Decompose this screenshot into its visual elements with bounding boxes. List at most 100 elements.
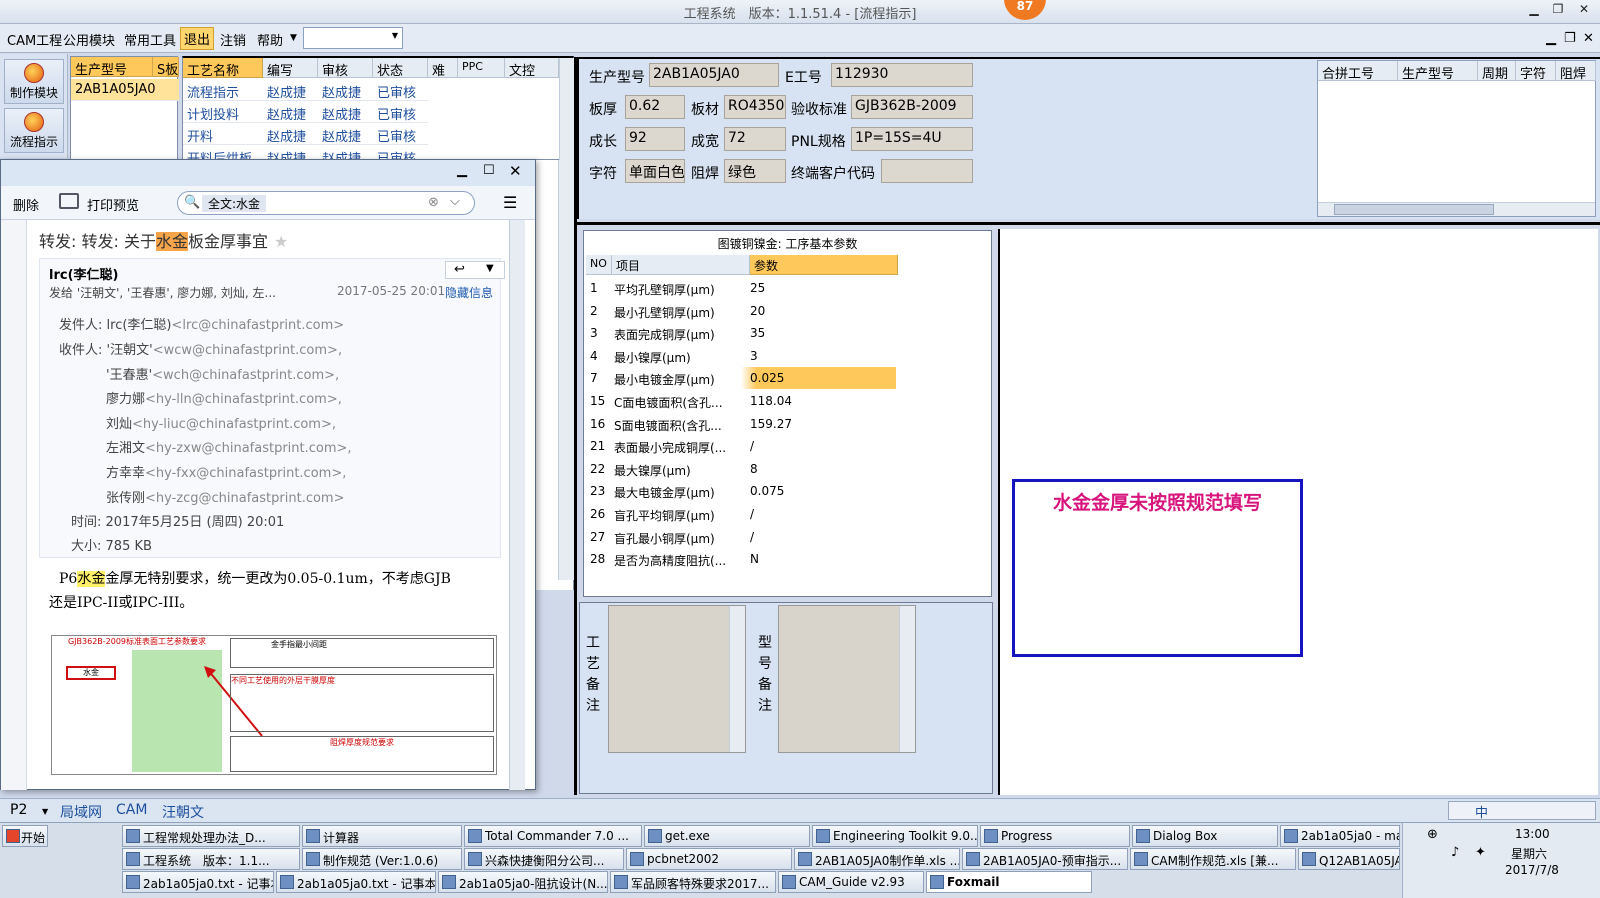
col-merge-mask[interactable]: 阻焊 — [1556, 61, 1596, 81]
col-merge-model[interactable]: 生产型号 — [1398, 61, 1478, 81]
restore-icon[interactable]: ❐ — [1548, 2, 1568, 20]
param-row[interactable]: 15 C面电镀面积(含孔... 118.04 — [586, 390, 896, 412]
taskbar-button[interactable]: 2AB1A05JA0-预审指示... — [962, 848, 1128, 870]
taskbar-button[interactable]: 2ab1a05ja0-阻抗设计(N... — [438, 871, 608, 893]
clock-time[interactable]: 13:00 — [1515, 827, 1550, 841]
col-author[interactable]: 编写 — [263, 58, 318, 78]
recipient-name[interactable]: 方幸幸 — [106, 466, 145, 481]
menu-cam[interactable]: CAM工程 — [7, 30, 62, 49]
taskbar-button[interactable]: CAM制作规范.xls [兼... — [1130, 848, 1296, 870]
taskbar-button[interactable]: 2ab1a05ja0.txt - 记事本 — [122, 871, 274, 893]
menu-help[interactable]: 帮助 — [257, 30, 283, 49]
col-reviewer[interactable]: 审核 — [318, 58, 373, 78]
clock-date[interactable]: 2017/7/8 — [1505, 863, 1559, 877]
taskbar-button[interactable]: 兴森快捷衡阳分公司... — [464, 848, 624, 870]
tray-app-icon[interactable]: ✦ — [1475, 845, 1486, 860]
list-menu-icon[interactable]: ☰ — [503, 193, 517, 212]
taskbar-button[interactable]: 计算器 — [302, 825, 462, 847]
recipient-name[interactable]: 左湘文 — [106, 441, 145, 456]
menu-exit[interactable]: 退出 — [180, 27, 215, 50]
recipient-name[interactable]: 廖力娜 — [106, 392, 145, 407]
merge-grid-hscroll[interactable] — [1318, 202, 1595, 216]
process-row-name[interactable]: 开料 — [183, 123, 263, 145]
param-row[interactable]: 22 最大镍厚(μm) 8 — [586, 458, 896, 480]
taskbar-button[interactable]: pcbnet2002 — [626, 848, 792, 870]
col-merge-char[interactable]: 字符 — [1516, 61, 1556, 81]
toolbar-combo[interactable]: ▼ — [303, 27, 403, 49]
col-merge-eno[interactable]: 合拼工号 — [1318, 61, 1398, 81]
thickness-field[interactable]: 0.62 — [625, 95, 685, 119]
process-note-scroll[interactable] — [729, 606, 745, 752]
hide-info-link[interactable]: 隐藏信息 — [445, 284, 493, 301]
mail-search-box[interactable]: 🔍 全文:水金 ⊗ ⌵ — [177, 191, 475, 215]
taskbar-button[interactable]: Total Commander 7.0 ... — [464, 825, 642, 847]
taskbar-button[interactable]: 工程常规处理办法_D... — [122, 825, 300, 847]
model-note-box[interactable] — [778, 605, 916, 753]
col-merge-period[interactable]: 周期 — [1478, 61, 1516, 81]
reply-split-button[interactable]: ↩ ▼ — [445, 261, 505, 279]
star-icon[interactable]: ★ — [274, 232, 288, 251]
char-field[interactable]: 单面白色 — [625, 159, 685, 183]
length-field[interactable]: 92 — [625, 127, 685, 151]
material-field[interactable]: RO4350B — [724, 95, 786, 119]
process-grid-scrollbar[interactable] — [559, 58, 575, 162]
mdi-restore-icon[interactable]: ❐ — [1564, 31, 1576, 46]
col-item[interactable]: 项目 — [612, 255, 750, 275]
param-row[interactable]: 21 表面最小完成铜厚(... / — [586, 435, 896, 457]
search-options-icon[interactable]: ⌵ — [450, 194, 460, 209]
param-row[interactable]: 7 最小电镀金厚(μm) 0.025 — [586, 367, 896, 390]
process-note-box[interactable] — [608, 605, 746, 753]
menu-tools[interactable]: 常用工具 — [124, 30, 176, 49]
param-row[interactable]: 3 表面完成铜厚(μm) 35 — [586, 322, 896, 344]
recipient-name[interactable]: 刘灿 — [106, 417, 132, 432]
recipient-name[interactable]: '汪朝文' — [107, 343, 153, 358]
recipient-name[interactable]: 张传刚 — [106, 491, 145, 506]
param-row[interactable]: 16 S面电镀面积(含孔... 159.27 — [586, 413, 896, 435]
taskbar-button[interactable]: Dialog Box — [1132, 825, 1278, 847]
prod-model-field[interactable]: 2AB1A05JA0 — [649, 63, 779, 87]
flow-module-button[interactable]: 流程指示 — [4, 108, 64, 153]
merge-grid-hscroll-thumb[interactable] — [1334, 204, 1494, 215]
mail-minimize-icon[interactable]: ▁ — [457, 163, 467, 178]
search-token[interactable]: 全文:水金 — [202, 195, 267, 212]
col-difficulty[interactable]: 难 — [428, 58, 458, 78]
mask-field[interactable]: 绿色 — [724, 159, 786, 183]
param-row[interactable]: 27 盲孔最小铜厚(μm) / — [586, 526, 896, 548]
reply-dropdown-icon[interactable]: ▼ — [486, 263, 494, 274]
status-dropdown-icon[interactable]: ▼ — [42, 807, 48, 816]
taskbar-button[interactable]: Progress — [980, 825, 1130, 847]
process-row-name[interactable]: 流程指示 — [183, 79, 263, 101]
dropdown-arrow-icon[interactable]: ▼ — [392, 31, 398, 40]
width-field[interactable]: 72 — [724, 127, 786, 151]
mdi-close-icon[interactable]: ✕ — [1583, 31, 1594, 46]
param-row[interactable]: 23 最大电镀金厚(μm) 0.075 — [586, 480, 896, 502]
menu-public[interactable]: 公用模块 — [63, 30, 115, 49]
taskbar-button[interactable]: 2AB1A05JA0制作单.xls ... — [794, 848, 960, 870]
col-param[interactable]: 参数 — [750, 255, 898, 275]
process-row-name[interactable]: 计划投料 — [183, 101, 263, 123]
status-user[interactable]: 汪朝文 — [162, 802, 204, 822]
col-status[interactable]: 状态 — [373, 58, 428, 78]
sender-name[interactable]: lrc(李仁聪) — [49, 264, 118, 283]
status-cam[interactable]: CAM — [116, 802, 147, 818]
pnl-field[interactable]: 1P=15S=4U — [851, 127, 973, 151]
taskbar-button[interactable]: 2ab1a05ja0 - main_qa — [1280, 825, 1400, 847]
status-lan[interactable]: 局域网 — [60, 802, 102, 822]
param-row[interactable]: 26 盲孔平均铜厚(μm) / — [586, 503, 896, 525]
taskbar-button[interactable]: 工程系统 版本：1.1... — [122, 848, 300, 870]
taskbar-button[interactable]: get.exe — [644, 825, 810, 847]
tray-network-icon[interactable]: ⊕ — [1427, 827, 1438, 842]
col-process-name[interactable]: 工艺名称 — [183, 58, 263, 78]
col-doc-control[interactable]: 文控 — [505, 58, 559, 78]
col-prod-model[interactable]: 生产型号 — [71, 57, 153, 77]
col-no[interactable]: NO — [586, 255, 612, 275]
col-s-board[interactable]: S板 — [153, 57, 179, 77]
taskbar-button[interactable]: 军品顾客特殊要求2017... — [610, 871, 776, 893]
mail-scrollbar[interactable] — [509, 220, 525, 790]
col-ppc[interactable]: PPC — [458, 58, 505, 78]
taskbar-button[interactable]: CAM_Guide v2.93 — [778, 871, 924, 893]
param-row[interactable]: 28 是否为高精度阻抗(... N — [586, 548, 896, 570]
accept-field[interactable]: GJB362B-2009 — [851, 95, 973, 119]
reply-icon[interactable]: ↩ — [454, 262, 465, 277]
mdi-minimize-icon[interactable]: ▁ — [1546, 31, 1556, 46]
